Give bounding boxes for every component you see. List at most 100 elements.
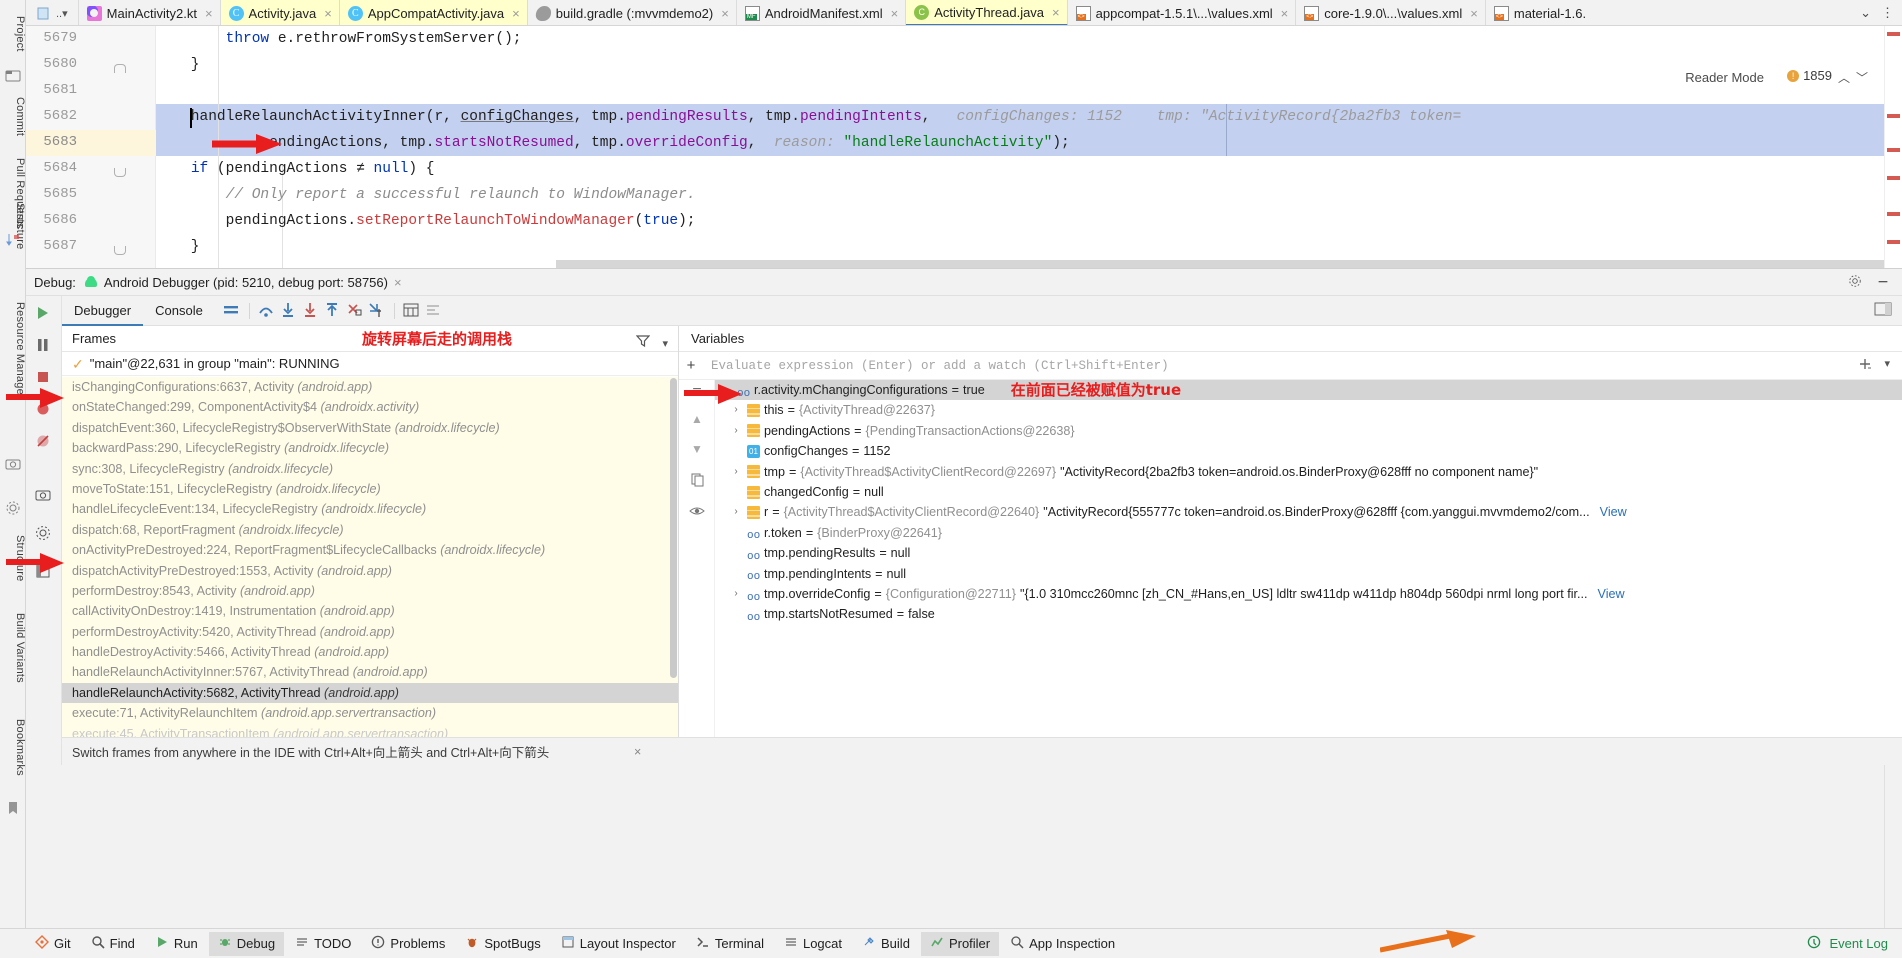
debug-session[interactable]: Android Debugger (pid: 5210, debug port:… <box>84 275 402 290</box>
chevron-down-icon[interactable]: ⌄ <box>1860 5 1871 21</box>
view-link[interactable]: View <box>1600 502 1627 522</box>
frame-row[interactable]: dispatch:68, ReportFragment (androidx.li… <box>62 520 678 540</box>
tab-console[interactable]: Console <box>143 296 215 326</box>
error-marker[interactable] <box>1887 114 1900 118</box>
evaluate-expression-icon[interactable] <box>401 300 423 322</box>
inspection-widget[interactable]: ! 1859 <box>1787 68 1832 83</box>
plus-icon[interactable]: + <box>679 357 703 374</box>
status-item-problems[interactable]: Problems <box>362 932 454 956</box>
tab-mainactivity2-kt[interactable]: MainActivity2.kt × <box>79 0 221 26</box>
status-item-spotbugs[interactable]: SpotBugs <box>456 932 549 956</box>
tab-file-selector[interactable]: ..▾ <box>26 0 79 26</box>
code-text-area[interactable]: throw e.rethrowFromSystemServer(); } han… <box>156 26 1884 268</box>
evaluate-expression-row[interactable]: + Evaluate expression (Enter) or add a w… <box>679 352 1902 380</box>
frame-row[interactable]: sync:308, LifecycleRegistry (androidx.li… <box>62 459 678 479</box>
gear-icon[interactable] <box>1848 274 1862 291</box>
variable-row[interactable]: oo tmp.pendingIntents = null <box>715 564 1902 584</box>
tab-appcompat-values-xml[interactable]: appcompat-1.5.1\...\values.xml × <box>1068 0 1297 26</box>
debug-side-toolbar[interactable] <box>26 296 62 765</box>
variable-row[interactable]: › oo tmp.overrideConfig = {Configuration… <box>715 584 1902 604</box>
editor-gutter[interactable]: 5679 5680 5681 5682 5683 5684 5685 5686 … <box>26 26 156 268</box>
tab-appcompatactivity-java[interactable]: AppCompatActivity.java × <box>340 0 528 26</box>
evaluate-expression-input[interactable]: Evaluate expression (Enter) or add a wat… <box>703 359 1169 373</box>
status-item-build[interactable]: Build <box>853 932 919 956</box>
variable-row[interactable]: oo tmp.pendingResults = null <box>715 543 1902 563</box>
tab-activitythread-java[interactable]: ActivityThread.java × <box>906 0 1067 26</box>
stop-icon[interactable] <box>34 368 54 388</box>
frame-row[interactable]: execute:71, ActivityRelaunchItem (androi… <box>62 703 678 723</box>
frame-row[interactable]: isChangingConfigurations:6637, Activity … <box>62 377 678 397</box>
status-item-find[interactable]: Find <box>82 932 144 956</box>
frame-row[interactable]: performDestroyActivity:5420, ActivityThr… <box>62 622 678 642</box>
frame-row-selected[interactable]: handleRelaunchActivity:5682, ActivityThr… <box>62 683 678 703</box>
tab-androidmanifest-xml[interactable]: AndroidManifest.xml × <box>737 0 906 26</box>
frame-row[interactable]: handleDestroyActivity:5466, ActivityThre… <box>62 642 678 662</box>
variable-row[interactable]: › r = {ActivityThread$ActivityClientReco… <box>715 502 1902 522</box>
expand-twisty[interactable]: › <box>729 421 743 441</box>
status-item-debug[interactable]: Debug <box>209 932 284 956</box>
force-step-into-icon[interactable] <box>300 300 322 322</box>
layout-settings-icon[interactable] <box>221 300 243 322</box>
fold-marker-icon[interactable] <box>114 62 126 74</box>
previous-problem-icon[interactable]: ︿ <box>1838 69 1850 86</box>
next-problem-icon[interactable]: ﹀ <box>1856 69 1868 86</box>
thread-row[interactable]: ✓ "main"@22,631 in group "main": RUNNING <box>62 352 678 376</box>
more-options-icon[interactable]: ⋮ <box>1881 5 1894 21</box>
tab-activity-java[interactable]: Activity.java × <box>221 0 340 26</box>
settings-gear-icon[interactable] <box>5 500 21 516</box>
debug-layout-icon[interactable] <box>1874 302 1902 319</box>
frame-row[interactable]: handleRelaunchActivityInner:5767, Activi… <box>62 662 678 682</box>
status-item-app-inspection[interactable]: App Inspection <box>1001 932 1124 956</box>
view-link[interactable]: View <box>1598 584 1625 604</box>
frame-row[interactable]: dispatchActivityPreDestroyed:1553, Activ… <box>62 561 678 581</box>
status-item-run[interactable]: Run <box>146 932 207 956</box>
tab-close-icon[interactable]: × <box>1470 6 1478 21</box>
scroll-down-icon[interactable]: ▼ <box>687 442 707 460</box>
frames-scrollbar[interactable] <box>670 378 677 678</box>
frames-list[interactable]: isChangingConfigurations:6637, Activity … <box>62 377 678 737</box>
settings-icon[interactable] <box>34 524 54 544</box>
variable-row[interactable]: › tmp = {ActivityThread$ActivityClientRe… <box>715 462 1902 482</box>
editor-horizontal-scrollbar[interactable] <box>556 260 1884 268</box>
fold-marker-icon[interactable] <box>114 166 126 178</box>
frame-row[interactable]: moveToState:151, LifecycleRegistry (andr… <box>62 479 678 499</box>
frame-row[interactable]: onActivityPreDestroyed:224, ReportFragme… <box>62 540 678 560</box>
variable-row-selected[interactable]: oo r.activity.mChangingConfigurations = … <box>715 380 1902 400</box>
mute-breakpoints-icon[interactable] <box>34 432 54 452</box>
error-marker[interactable] <box>1887 212 1900 216</box>
tab-debugger[interactable]: Debugger <box>62 296 143 326</box>
close-session-icon[interactable]: × <box>394 275 402 290</box>
error-marker[interactable] <box>1887 148 1900 152</box>
eye-icon[interactable] <box>687 504 707 522</box>
event-log-label[interactable]: Event Log <box>1829 936 1888 951</box>
frame-row[interactable]: execute:45, ActivityTransactionItem (and… <box>62 724 678 737</box>
tab-core-values-xml[interactable]: core-1.9.0\...\values.xml × <box>1296 0 1486 26</box>
fold-marker-icon[interactable] <box>114 244 126 256</box>
camera-icon[interactable] <box>5 456 21 472</box>
expand-twisty[interactable]: › <box>729 502 743 522</box>
tab-build-gradle[interactable]: build.gradle (:mvvmdemo2) × <box>528 0 737 26</box>
expand-twisty[interactable]: › <box>729 462 743 482</box>
status-item-layout-inspector[interactable]: Layout Inspector <box>552 932 685 956</box>
scroll-up-icon[interactable]: ▲ <box>687 412 707 430</box>
tab-close-icon[interactable]: × <box>324 6 332 21</box>
rail-item-project[interactable]: Project <box>0 6 26 62</box>
status-item-todo[interactable]: TODO <box>286 932 360 956</box>
editor-marker-strip[interactable] <box>1884 26 1902 268</box>
resume-program-icon[interactable] <box>34 304 54 324</box>
variables-tree[interactable]: oo r.activity.mChangingConfigurations = … <box>715 380 1902 737</box>
tab-close-icon[interactable]: × <box>721 6 729 21</box>
step-over-icon[interactable] <box>256 300 278 322</box>
status-item-terminal[interactable]: Terminal <box>687 932 773 956</box>
code-editor[interactable]: 5679 5680 5681 5682 5683 5684 5685 5686 … <box>26 26 1884 268</box>
variable-row[interactable]: oo tmp.startsNotResumed = false <box>715 604 1902 624</box>
copy-icon[interactable] <box>687 472 707 490</box>
expand-twisty[interactable]: › <box>729 584 743 604</box>
chevron-down-icon[interactable]: ▾ <box>662 331 668 357</box>
pause-program-icon[interactable] <box>34 336 54 356</box>
status-item-profiler[interactable]: Profiler <box>921 932 999 956</box>
status-item-logcat[interactable]: Logcat <box>775 932 851 956</box>
tab-material-values-xml[interactable]: material-1.6. <box>1486 0 1593 26</box>
rail-item-commit[interactable]: Commit <box>0 90 26 144</box>
tab-close-icon[interactable]: × <box>1052 5 1060 20</box>
